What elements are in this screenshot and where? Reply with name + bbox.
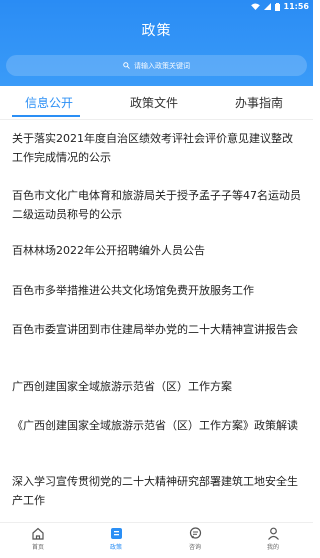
tabs-divider <box>0 119 313 120</box>
wifi-icon <box>250 3 260 10</box>
home-icon <box>32 527 44 540</box>
search-bar[interactable]: 请输入政策关键词 <box>6 55 307 76</box>
list-item-title: 广西创建国家全域旅游示范省（区）工作方案 <box>12 380 232 393</box>
search-icon <box>123 62 130 69</box>
policy-icon <box>110 528 122 539</box>
battery-icon <box>274 2 280 11</box>
nav-home[interactable]: 首页 <box>18 527 58 551</box>
list-item-title: 深入学习宣传贯彻党的二十大精神研究部署建筑工地安全生产工作 <box>12 475 298 507</box>
nav-policy-label: 政策 <box>109 544 122 551</box>
nav-policy[interactable]: 政策 <box>96 527 136 551</box>
list-item[interactable]: 百色市多举措推进公共文化场馆免费开放服务工作 <box>12 281 302 300</box>
list-item[interactable]: 关于落实2021年度自治区绩效考评社会评价意见建议整改工作完成情况的公示 <box>12 129 302 167</box>
header: 11:56 政策 请输入政策关键词 <box>0 0 313 86</box>
list-item-title: 关于落实2021年度自治区绩效考评社会评价意见建议整改工作完成情况的公示 <box>12 132 293 164</box>
tab-info-public[interactable]: 信息公开 <box>25 94 73 111</box>
search-placeholder: 请输入政策关键词 <box>134 61 190 70</box>
list-item-title: 《广西创建国家全域旅游示范省（区）工作方案》政策解读 <box>12 419 298 432</box>
list-item[interactable]: 百色市委宣讲团到市住建局举办党的二十大精神宣讲报告会 <box>12 320 302 339</box>
nav-mine-label: 我的 <box>266 544 279 551</box>
chat-icon <box>189 527 201 539</box>
nav-consult-label: 咨询 <box>188 544 201 551</box>
list-item[interactable]: 百林林场2022年公开招聘编外人员公告 <box>12 241 302 260</box>
nav-consult[interactable]: 咨询 <box>175 527 215 551</box>
list-item-title: 百色市委宣讲团到市住建局举办党的二十大精神宣讲报告会 <box>12 323 298 336</box>
list-item[interactable]: 《广西创建国家全域旅游示范省（区）工作方案》政策解读 <box>12 416 302 435</box>
status-time: 11:56 <box>283 2 309 11</box>
active-tab-indicator <box>12 115 80 117</box>
tab-service-guide[interactable]: 办事指南 <box>235 94 283 111</box>
user-icon <box>267 527 279 540</box>
nav-home-label: 首页 <box>31 544 44 551</box>
list-item[interactable]: 深入学习宣传贯彻党的二十大精神研究部署建筑工地安全生产工作 <box>12 472 302 510</box>
list-item[interactable]: 百色市文化广电体育和旅游局关于授予孟子子等47名运动员二级运动员称号的公示 <box>12 186 302 224</box>
tab-policy-files[interactable]: 政策文件 <box>130 94 178 111</box>
list-item[interactable]: 广西创建国家全域旅游示范省（区）工作方案 <box>12 377 302 396</box>
nav-mine[interactable]: 我的 <box>253 527 293 551</box>
bottom-nav: 首页 政策 咨询 我的 <box>0 522 313 558</box>
list-item-title: 百林林场2022年公开招聘编外人员公告 <box>12 244 205 257</box>
status-bar: 11:56 <box>0 0 313 14</box>
page-title: 政策 <box>141 23 172 39</box>
signal-icon <box>263 3 271 10</box>
list-item-title: 百色市多举措推进公共文化场馆免费开放服务工作 <box>12 284 254 297</box>
list-item-title: 百色市文化广电体育和旅游局关于授予孟子子等47名运动员二级运动员称号的公示 <box>12 189 301 221</box>
